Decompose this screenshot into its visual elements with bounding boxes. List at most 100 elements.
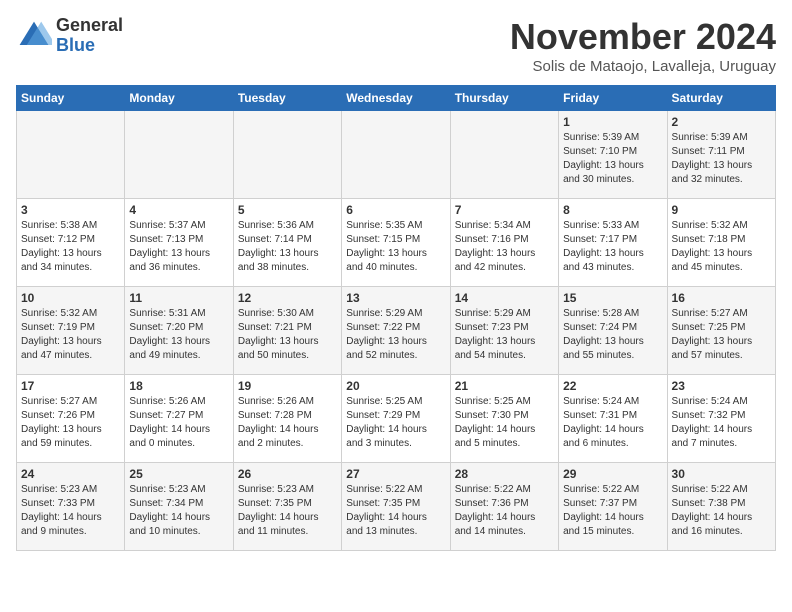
weekday-header-thursday: Thursday xyxy=(450,86,558,111)
day-info: Sunrise: 5:32 AM Sunset: 7:18 PM Dayligh… xyxy=(672,219,771,275)
calendar-cell: 17 Sunrise: 5:27 AM Sunset: 7:26 PM Dayli… xyxy=(17,375,125,463)
calendar-cell: 12Sunrise: 5:30 AM Sunset: 7:21 PM Dayli… xyxy=(233,287,341,375)
calendar-table: SundayMondayTuesdayWednesdayThursdayFrid… xyxy=(16,85,776,551)
calendar-cell: 24 Sunrise: 5:23 AM Sunset: 7:33 PM Dayli… xyxy=(17,463,125,551)
day-number: 8 xyxy=(563,203,662,217)
calendar-cell: 16 Sunrise: 5:27 AM Sunset: 7:25 PM Dayli… xyxy=(667,287,775,375)
calendar-cell: 4 Sunrise: 5:37 AM Sunset: 7:13 PM Daylig… xyxy=(125,199,233,287)
day-number: 5 xyxy=(238,203,337,217)
day-info: Sunrise: 5:29 AM Sunset: 7:23 PM Dayligh… xyxy=(455,307,554,363)
calendar-week-5: 24 Sunrise: 5:23 AM Sunset: 7:33 PM Dayli… xyxy=(17,463,776,551)
day-number: 16 xyxy=(672,291,771,305)
day-number: 3 xyxy=(21,203,120,217)
day-number: 17 xyxy=(21,379,120,393)
weekday-header-tuesday: Tuesday xyxy=(233,86,341,111)
calendar-cell: 8 Sunrise: 5:33 AM Sunset: 7:17 PM Daylig… xyxy=(559,199,667,287)
calendar-cell: 23Sunrise: 5:24 AM Sunset: 7:32 PM Dayli… xyxy=(667,375,775,463)
logo-general: General xyxy=(56,15,123,35)
calendar-week-2: 3 Sunrise: 5:38 AM Sunset: 7:12 PM Daylig… xyxy=(17,199,776,287)
header: General Blue November 2024 Solis de Mata… xyxy=(16,16,776,75)
weekday-header-saturday: Saturday xyxy=(667,86,775,111)
day-number: 20 xyxy=(346,379,445,393)
day-info: Sunrise: 5:38 AM Sunset: 7:12 PM Dayligh… xyxy=(21,219,120,275)
calendar-cell: 18 Sunrise: 5:26 AM Sunset: 7:27 PM Dayli… xyxy=(125,375,233,463)
day-info: Sunrise: 5:35 AM Sunset: 7:15 PM Dayligh… xyxy=(346,219,445,275)
calendar-cell: 27 Sunrise: 5:22 AM Sunset: 7:35 PM Dayli… xyxy=(342,463,450,551)
day-info: Sunrise: 5:24 AM Sunset: 7:32 PM Dayligh… xyxy=(672,395,771,451)
calendar-cell: 15 Sunrise: 5:28 AM Sunset: 7:24 PM Dayli… xyxy=(559,287,667,375)
day-number: 9 xyxy=(672,203,771,217)
day-info: Sunrise: 5:31 AM Sunset: 7:20 PM Dayligh… xyxy=(129,307,228,363)
day-number: 10 xyxy=(21,291,120,305)
day-number: 26 xyxy=(238,467,337,481)
calendar-cell: 11 Sunrise: 5:31 AM Sunset: 7:20 PM Dayli… xyxy=(125,287,233,375)
day-number: 30 xyxy=(672,467,771,481)
day-number: 18 xyxy=(129,379,228,393)
calendar-cell: 28 Sunrise: 5:22 AM Sunset: 7:36 PM Dayli… xyxy=(450,463,558,551)
calendar-cell: 21 Sunrise: 5:25 AM Sunset: 7:30 PM Dayli… xyxy=(450,375,558,463)
day-number: 29 xyxy=(563,467,662,481)
weekday-header-friday: Friday xyxy=(559,86,667,111)
calendar-cell: 29 Sunrise: 5:22 AM Sunset: 7:37 PM Dayli… xyxy=(559,463,667,551)
day-info: Sunrise: 5:22 AM Sunset: 7:35 PM Dayligh… xyxy=(346,483,445,539)
day-info: Sunrise: 5:25 AM Sunset: 7:29 PM Dayligh… xyxy=(346,395,445,451)
calendar-cell: 14 Sunrise: 5:29 AM Sunset: 7:23 PM Dayli… xyxy=(450,287,558,375)
day-info: Sunrise: 5:23 AM Sunset: 7:34 PM Dayligh… xyxy=(129,483,228,539)
day-info: Sunrise: 5:23 AM Sunset: 7:35 PM Dayligh… xyxy=(238,483,337,539)
day-info: Sunrise: 5:28 AM Sunset: 7:24 PM Dayligh… xyxy=(563,307,662,363)
day-number: 6 xyxy=(346,203,445,217)
day-number: 21 xyxy=(455,379,554,393)
day-info: Sunrise: 5:25 AM Sunset: 7:30 PM Dayligh… xyxy=(455,395,554,451)
calendar-cell: 1 Sunrise: 5:39 AM Sunset: 7:10 PM Daylig… xyxy=(559,111,667,199)
day-number: 24 xyxy=(21,467,120,481)
weekday-header-sunday: Sunday xyxy=(17,86,125,111)
day-number: 4 xyxy=(129,203,228,217)
calendar-cell xyxy=(125,111,233,199)
calendar-cell: 3 Sunrise: 5:38 AM Sunset: 7:12 PM Daylig… xyxy=(17,199,125,287)
day-info: Sunrise: 5:37 AM Sunset: 7:13 PM Dayligh… xyxy=(129,219,228,275)
day-info: Sunrise: 5:24 AM Sunset: 7:31 PM Dayligh… xyxy=(563,395,662,451)
calendar-cell: 22 Sunrise: 5:24 AM Sunset: 7:31 PM Dayli… xyxy=(559,375,667,463)
calendar-cell: 10 Sunrise: 5:32 AM Sunset: 7:19 PM Dayli… xyxy=(17,287,125,375)
weekday-header-wednesday: Wednesday xyxy=(342,86,450,111)
month-title: November 2024 xyxy=(510,16,776,58)
calendar-body: 1 Sunrise: 5:39 AM Sunset: 7:10 PM Daylig… xyxy=(17,111,776,551)
weekday-header-row: SundayMondayTuesdayWednesdayThursdayFrid… xyxy=(17,86,776,111)
day-info: Sunrise: 5:22 AM Sunset: 7:37 PM Dayligh… xyxy=(563,483,662,539)
day-info: Sunrise: 5:23 AM Sunset: 7:33 PM Dayligh… xyxy=(21,483,120,539)
day-info: Sunrise: 5:39 AM Sunset: 7:11 PM Dayligh… xyxy=(672,131,771,187)
day-number: 22 xyxy=(563,379,662,393)
calendar-cell xyxy=(450,111,558,199)
logo-blue: Blue xyxy=(56,35,95,55)
calendar-cell: 9 Sunrise: 5:32 AM Sunset: 7:18 PM Daylig… xyxy=(667,199,775,287)
calendar-cell: 25 Sunrise: 5:23 AM Sunset: 7:34 PM Dayli… xyxy=(125,463,233,551)
calendar-cell xyxy=(342,111,450,199)
day-number: 27 xyxy=(346,467,445,481)
day-number: 15 xyxy=(563,291,662,305)
calendar-cell: 19Sunrise: 5:26 AM Sunset: 7:28 PM Dayli… xyxy=(233,375,341,463)
day-info: Sunrise: 5:30 AM Sunset: 7:21 PM Dayligh… xyxy=(238,307,337,363)
day-number: 14 xyxy=(455,291,554,305)
day-info: Sunrise: 5:27 AM Sunset: 7:26 PM Dayligh… xyxy=(21,395,120,451)
calendar-cell: 30 Sunrise: 5:22 AM Sunset: 7:38 PM Dayli… xyxy=(667,463,775,551)
calendar-cell: 5Sunrise: 5:36 AM Sunset: 7:14 PM Daylig… xyxy=(233,199,341,287)
day-info: Sunrise: 5:29 AM Sunset: 7:22 PM Dayligh… xyxy=(346,307,445,363)
calendar-cell: 20 Sunrise: 5:25 AM Sunset: 7:29 PM Dayli… xyxy=(342,375,450,463)
day-info: Sunrise: 5:27 AM Sunset: 7:25 PM Dayligh… xyxy=(672,307,771,363)
day-info: Sunrise: 5:22 AM Sunset: 7:36 PM Dayligh… xyxy=(455,483,554,539)
day-number: 1 xyxy=(563,115,662,129)
calendar-cell: 7Sunrise: 5:34 AM Sunset: 7:16 PM Daylig… xyxy=(450,199,558,287)
calendar-week-4: 17 Sunrise: 5:27 AM Sunset: 7:26 PM Dayli… xyxy=(17,375,776,463)
day-info: Sunrise: 5:39 AM Sunset: 7:10 PM Dayligh… xyxy=(563,131,662,187)
logo-icon xyxy=(16,18,52,54)
weekday-header-monday: Monday xyxy=(125,86,233,111)
day-number: 28 xyxy=(455,467,554,481)
day-info: Sunrise: 5:32 AM Sunset: 7:19 PM Dayligh… xyxy=(21,307,120,363)
day-number: 13 xyxy=(346,291,445,305)
day-info: Sunrise: 5:34 AM Sunset: 7:16 PM Dayligh… xyxy=(455,219,554,275)
day-info: Sunrise: 5:26 AM Sunset: 7:27 PM Dayligh… xyxy=(129,395,228,451)
day-number: 11 xyxy=(129,291,228,305)
day-info: Sunrise: 5:22 AM Sunset: 7:38 PM Dayligh… xyxy=(672,483,771,539)
day-number: 25 xyxy=(129,467,228,481)
day-info: Sunrise: 5:33 AM Sunset: 7:17 PM Dayligh… xyxy=(563,219,662,275)
